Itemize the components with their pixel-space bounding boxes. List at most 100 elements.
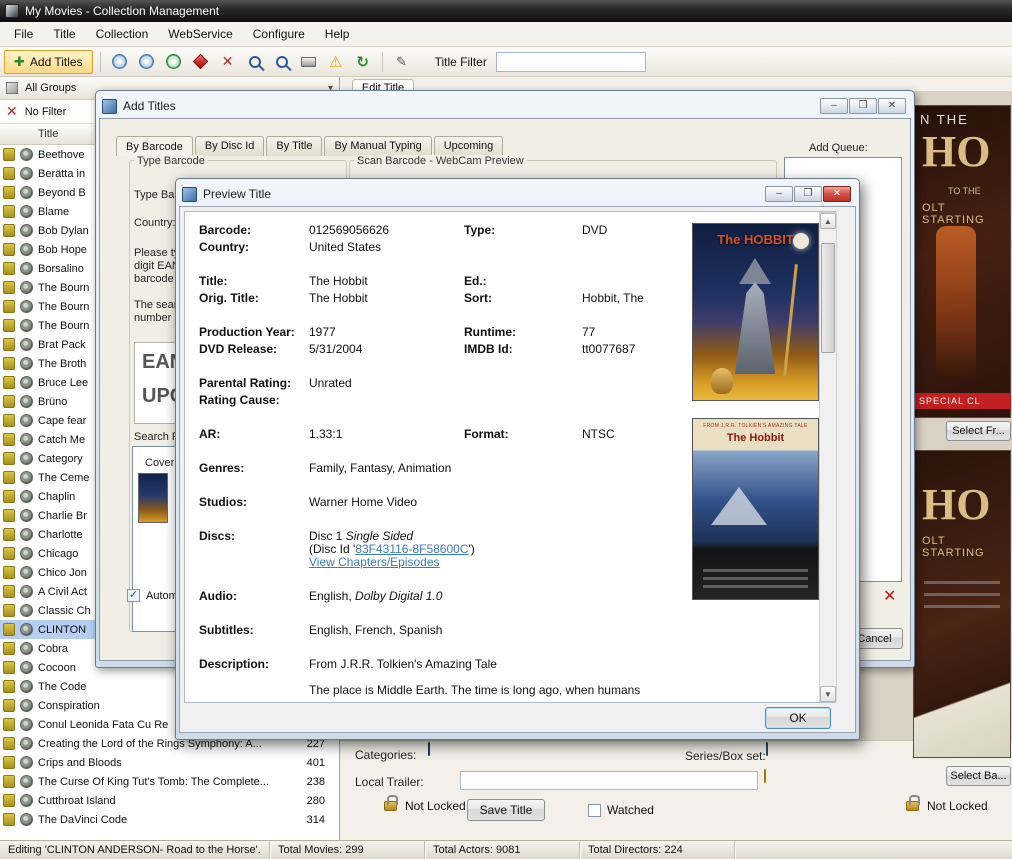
camera-icon: [20, 357, 33, 370]
poster-text-line: [703, 569, 808, 572]
title-filter-input[interactable]: [496, 52, 646, 72]
case-icon: [3, 471, 15, 484]
refresh-icon: ↻: [356, 53, 369, 71]
ok-button[interactable]: OK: [765, 707, 831, 729]
menu-item-help[interactable]: Help: [315, 23, 360, 45]
back-cover-image: HO OLT STARTING: [913, 450, 1011, 758]
country-value: United States: [309, 240, 381, 254]
menu-item-configure[interactable]: Configure: [243, 23, 315, 45]
print-button[interactable]: [297, 50, 321, 74]
scrollbar-thumb[interactable]: [821, 243, 835, 353]
camera-icon: [20, 813, 33, 826]
list-item[interactable]: The Curse Of King Tut's Tomb: The Comple…: [0, 772, 339, 791]
tab-by-disc-id[interactable]: By Disc Id: [195, 136, 265, 156]
case-icon: [3, 509, 15, 522]
dvd-release-label: DVD Release:: [199, 342, 277, 356]
tab-by-barcode[interactable]: By Barcode: [116, 136, 193, 156]
copy-disc-button[interactable]: [135, 50, 159, 74]
remove-queue-item-button[interactable]: ✕: [883, 589, 896, 605]
maximize-button[interactable]: ❒: [849, 98, 877, 114]
minimize-button[interactable]: –: [765, 186, 793, 202]
case-icon: [3, 300, 15, 313]
magnifier-icon: [249, 56, 261, 68]
menu-item-title[interactable]: Title: [43, 23, 85, 45]
case-icon: [3, 148, 15, 161]
burn-disc-button[interactable]: [162, 50, 186, 74]
tab-by-manual-typing[interactable]: By Manual Typing: [324, 136, 431, 156]
orig-title-value: The Hobbit: [309, 291, 368, 305]
preview-scrollbar[interactable]: ▲ ▼: [819, 212, 837, 702]
minimize-button[interactable]: –: [820, 98, 848, 114]
tab-by-title[interactable]: By Title: [266, 136, 322, 156]
auto-add-checkbox[interactable]: ✓ Autom: [127, 589, 178, 602]
series-box-button[interactable]: [766, 743, 768, 755]
list-item[interactable]: Crips and Bloods401: [0, 753, 339, 772]
menu-item-webservice[interactable]: WebService: [158, 23, 242, 45]
favorite-button[interactable]: [189, 50, 213, 74]
warnings-button[interactable]: ⚠: [324, 50, 348, 74]
scroll-up-button[interactable]: ▲: [820, 213, 836, 229]
select-back-button[interactable]: Select Ba...: [946, 766, 1011, 786]
menu-item-file[interactable]: File: [4, 23, 43, 45]
magnifier-icon: [276, 56, 288, 68]
close-button[interactable]: ✕: [878, 98, 906, 114]
camera-icon: [20, 718, 33, 731]
watched-checkbox[interactable]: Watched: [588, 803, 654, 817]
zoom-out-button[interactable]: [270, 50, 294, 74]
studios-value: Warner Home Video: [309, 495, 417, 509]
save-title-button[interactable]: Save Title: [467, 799, 545, 821]
imdb-id-value: tt0077687: [582, 342, 635, 356]
cover-text: HO: [922, 479, 990, 530]
imdb-id-label: IMDB Id:: [464, 342, 513, 356]
status-spacer: [735, 841, 1012, 859]
camera-icon: [20, 661, 33, 674]
categories-button[interactable]: [428, 743, 430, 755]
save-disc-button[interactable]: [108, 50, 132, 74]
add-titles-titlebar[interactable]: Add Titles – ❒ ✕: [99, 94, 911, 118]
menu-item-collection[interactable]: Collection: [86, 23, 159, 45]
camera-icon: [20, 243, 33, 256]
type-label: Type:: [464, 223, 495, 237]
select-front-button[interactable]: Select Fr...: [946, 421, 1011, 441]
sort-value: Hobbit, The: [582, 291, 644, 305]
special-ribbon: SPECIAL CL: [913, 393, 1011, 409]
zoom-in-button[interactable]: [243, 50, 267, 74]
local-trailer-label: Local Trailer:: [355, 775, 424, 789]
list-item[interactable]: Cutthroat Island280: [0, 791, 339, 810]
preview-titlebar[interactable]: Preview Title – ❒ ✕: [179, 182, 856, 206]
list-item-count: 401: [303, 757, 339, 769]
preview-title-dialog: Preview Title – ❒ ✕ Barcode: 01256905662…: [175, 178, 860, 740]
camera-icon: [20, 319, 33, 332]
parental-rating-value: Unrated: [309, 376, 352, 390]
dialog-title: Preview Title: [203, 187, 271, 201]
case-icon: [3, 262, 15, 275]
lock-icon: [384, 801, 397, 811]
audio-codec: Dolby Digital 1.0: [355, 589, 442, 603]
edit-button[interactable]: ✎: [390, 50, 414, 74]
lock-toggle-right[interactable]: Not Locked: [906, 792, 988, 813]
case-icon: [3, 528, 15, 541]
tab-upcoming[interactable]: Upcoming: [434, 136, 504, 156]
title-label: Title:: [199, 274, 227, 288]
refresh-button[interactable]: ↻: [351, 50, 375, 74]
camera-icon: [20, 509, 33, 522]
delete-title-button[interactable]: ✕: [216, 50, 240, 74]
local-trailer-input[interactable]: [460, 771, 758, 790]
gem-icon: [193, 54, 209, 70]
runtime-value: 77: [582, 325, 595, 339]
poster-text-line: [703, 585, 808, 588]
disc-id-link[interactable]: 83F43116-8F58600C: [355, 542, 468, 556]
list-item[interactable]: The DaVinci Code314: [0, 810, 339, 829]
view-chapters-link[interactable]: View Chapters/Episodes: [309, 555, 440, 569]
maximize-button[interactable]: ❒: [794, 186, 822, 202]
add-titles-button[interactable]: ✚ Add Titles: [4, 50, 93, 74]
trailer-browse-button[interactable]: [764, 770, 766, 782]
lock-toggle-left[interactable]: Not Locked: [384, 792, 466, 813]
close-button[interactable]: ✕: [823, 186, 851, 202]
window-titlebar[interactable]: My Movies - Collection Management: [0, 0, 1012, 22]
case-icon: [3, 186, 15, 199]
title-form-panel: [340, 740, 1012, 840]
scroll-down-button[interactable]: ▼: [820, 686, 836, 702]
runtime-label: Runtime:: [464, 325, 516, 339]
background-tabstrip: [340, 77, 1012, 91]
